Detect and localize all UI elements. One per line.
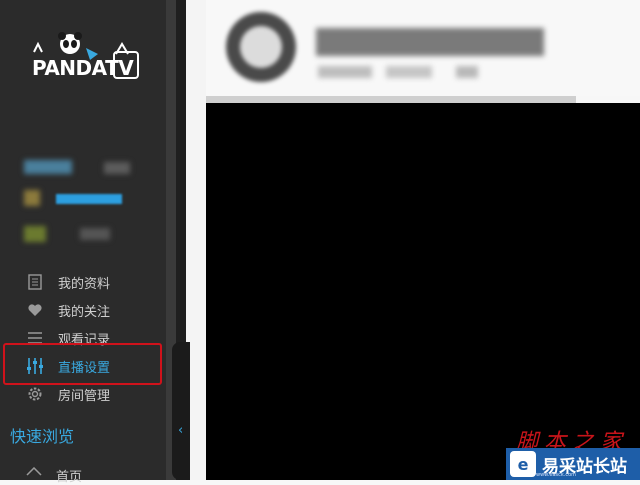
profile-icon — [26, 273, 44, 291]
heart-icon — [26, 301, 44, 319]
badge-blurred — [24, 190, 40, 206]
bamboo-icon-blurred — [24, 226, 46, 242]
sidebar-item-home[interactable]: 首页 — [26, 466, 82, 485]
username-blurred — [24, 160, 72, 174]
sidebar-item-room-management[interactable]: 房间管理 — [26, 382, 166, 406]
room-title-blurred — [316, 28, 544, 56]
logo-panda-text: PANDA — [32, 56, 106, 80]
room-meta-blurred — [456, 66, 478, 78]
bamboo-count-blurred — [80, 228, 110, 240]
room-meta-blurred — [318, 66, 372, 78]
sidebar-item-label: 我的资料 — [58, 276, 111, 292]
gear-icon — [26, 385, 44, 403]
sidebar-item-label: 房间管理 — [58, 388, 111, 404]
sidebar-item-profile[interactable]: 我的资料 — [26, 270, 166, 294]
room-meta-blurred — [386, 66, 432, 78]
watermark-url: www.easck.com — [536, 472, 577, 478]
header-divider — [206, 96, 576, 103]
panda-tv-logo[interactable]: PANDATV — [28, 30, 140, 86]
sidebar-collapse-tab[interactable] — [172, 342, 190, 480]
progress-bar-blurred — [56, 194, 122, 204]
sidebar-item-label: 首页 — [56, 470, 83, 485]
chevron-left-icon[interactable]: ‹ — [178, 424, 183, 438]
avatar-image-blurred — [240, 26, 282, 68]
annotation-highlight-box — [3, 343, 162, 385]
user-level-blurred — [104, 162, 130, 174]
logo-tv-text: TV — [105, 56, 134, 80]
sidebar-item-following[interactable]: 我的关注 — [26, 298, 166, 322]
home-icon — [26, 466, 42, 485]
quick-browse-title: 快速浏览 — [10, 427, 75, 446]
sidebar-item-label: 我的关注 — [58, 304, 111, 320]
content-gutter — [190, 0, 206, 480]
site-logo-icon: e — [510, 451, 536, 477]
